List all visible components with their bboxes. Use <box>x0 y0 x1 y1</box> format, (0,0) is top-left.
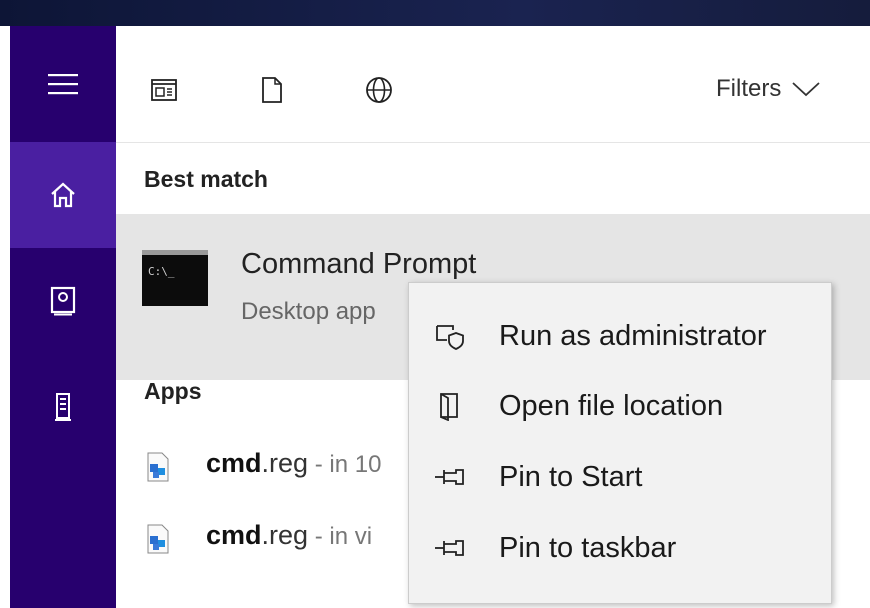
best-match-heading: Best match <box>144 166 268 192</box>
app-item-text: cmd.reg - in vi <box>206 520 373 550</box>
menu-item-open-file-location[interactable]: Open file location <box>409 375 831 437</box>
desktop-top-strip <box>0 0 870 26</box>
app-item-text: cmd.reg - in 10 <box>206 448 382 478</box>
sidebar-item-notebook[interactable] <box>10 248 116 354</box>
pin-icon <box>433 531 467 565</box>
globe-icon <box>366 77 392 103</box>
best-match-title: Command Prompt <box>241 248 477 280</box>
documents-filter-button[interactable] <box>252 70 292 110</box>
menu-item-label: Pin to taskbar <box>499 531 677 564</box>
document-icon <box>262 77 282 103</box>
device-icon <box>55 393 71 421</box>
menu-item-pin-to-taskbar[interactable]: Pin to taskbar <box>409 517 831 579</box>
menu-item-label: Pin to Start <box>499 460 643 493</box>
menu-item-run-as-administrator[interactable]: Run as administrator <box>409 305 831 367</box>
filter-toolbar: Filters <box>116 26 870 143</box>
shield-window-icon <box>433 319 467 353</box>
pin-icon <box>433 460 467 494</box>
menu-item-pin-to-start[interactable]: Pin to Start <box>409 446 831 508</box>
filters-label: Filters <box>716 75 782 102</box>
sidebar <box>10 26 116 608</box>
app-window-icon <box>151 79 177 101</box>
hamburger-icon <box>48 74 78 95</box>
menu-item-label: Open file location <box>499 389 724 422</box>
notebook-icon <box>50 286 76 316</box>
registry-file-icon <box>147 452 169 482</box>
folder-door-icon <box>433 389 467 423</box>
context-menu: Run as administrator Open file location … <box>408 282 832 604</box>
filters-dropdown[interactable]: Filters <box>716 74 821 104</box>
command-prompt-icon: C:\_ <box>142 250 208 306</box>
left-edge <box>0 26 10 608</box>
menu-item-label: Run as administrator <box>499 319 767 352</box>
home-icon <box>51 182 75 208</box>
sidebar-item-home[interactable] <box>10 142 116 248</box>
apps-heading: Apps <box>144 378 202 404</box>
sidebar-item-devices[interactable] <box>10 354 116 460</box>
chevron-down-icon <box>792 82 820 97</box>
menu-button[interactable] <box>10 26 116 142</box>
registry-file-icon <box>147 524 169 554</box>
best-match-subtitle: Desktop app <box>241 298 376 325</box>
apps-filter-button[interactable] <box>144 70 184 110</box>
web-filter-button[interactable] <box>359 70 399 110</box>
